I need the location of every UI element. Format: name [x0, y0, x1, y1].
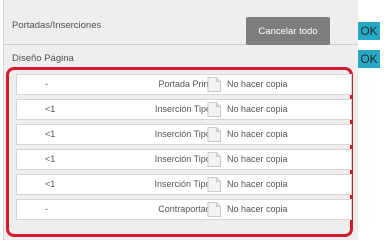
list-item[interactable]: <1 Inserción Tipo B No hacer copia — [16, 149, 352, 170]
list-item[interactable]: <1 Inserción Tipo A No hacer copia — [16, 99, 352, 120]
insert-list: - Portada Princ. No hacer copia <1 Inser… — [16, 74, 352, 224]
list-item[interactable]: - Contraportada No hacer copia — [16, 199, 352, 220]
ok-button-layout[interactable]: OK — [358, 50, 380, 68]
copy-setting: No hacer copia — [227, 129, 288, 139]
page-icon — [207, 77, 221, 92]
page-layout-label: Diseño Página — [12, 53, 74, 64]
covers-inserts-label: Portadas/Inserciones — [12, 20, 102, 31]
page-icon — [207, 102, 221, 117]
page-count: <1 — [45, 129, 56, 139]
page-count: - — [45, 204, 48, 214]
copy-setting: No hacer copia — [227, 179, 288, 189]
copy-setting: No hacer copia — [227, 79, 288, 89]
page-icon — [207, 177, 221, 192]
page-count: - — [45, 79, 48, 89]
page-icon — [207, 127, 221, 142]
page-count: <1 — [45, 154, 56, 164]
copy-setting: No hacer copia — [227, 104, 288, 114]
page-count: <1 — [45, 104, 56, 114]
list-item[interactable]: - Portada Princ. No hacer copia — [16, 74, 352, 95]
list-item[interactable]: <1 Inserción Tipo B No hacer copia — [16, 124, 352, 145]
cancel-all-button[interactable]: Cancelar todo — [246, 17, 330, 45]
page-count: <1 — [45, 179, 56, 189]
page-icon — [207, 152, 221, 167]
copy-setting: No hacer copia — [227, 154, 288, 164]
copy-setting: No hacer copia — [227, 204, 288, 214]
ok-button-covers[interactable]: OK — [358, 22, 380, 40]
list-item[interactable]: <1 Inserción Tipo C No hacer copia — [16, 174, 352, 195]
page-icon — [207, 202, 221, 217]
